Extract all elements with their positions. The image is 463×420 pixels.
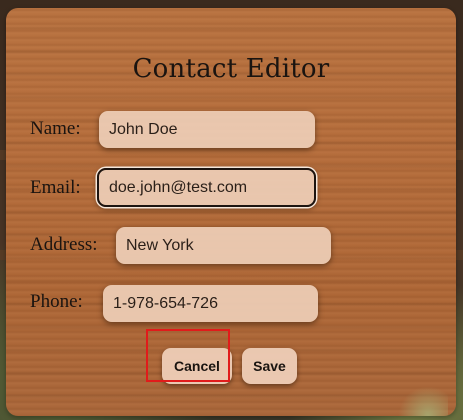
save-button[interactable]: Save <box>242 348 297 384</box>
phone-label: Phone: <box>30 291 83 312</box>
phone-input[interactable] <box>103 285 318 322</box>
name-label: Name: <box>30 118 81 139</box>
address-input[interactable] <box>116 227 331 264</box>
plant-leaf-decoration <box>398 386 448 416</box>
cancel-button[interactable]: Cancel <box>162 348 232 384</box>
email-input[interactable] <box>97 168 316 207</box>
contact-editor-dialog: Contact Editor Name: Email: Address: Pho… <box>6 8 456 416</box>
name-input[interactable] <box>99 111 315 148</box>
address-label: Address: <box>30 234 98 255</box>
email-label: Email: <box>30 177 81 198</box>
dialog-title: Contact Editor <box>132 54 330 84</box>
